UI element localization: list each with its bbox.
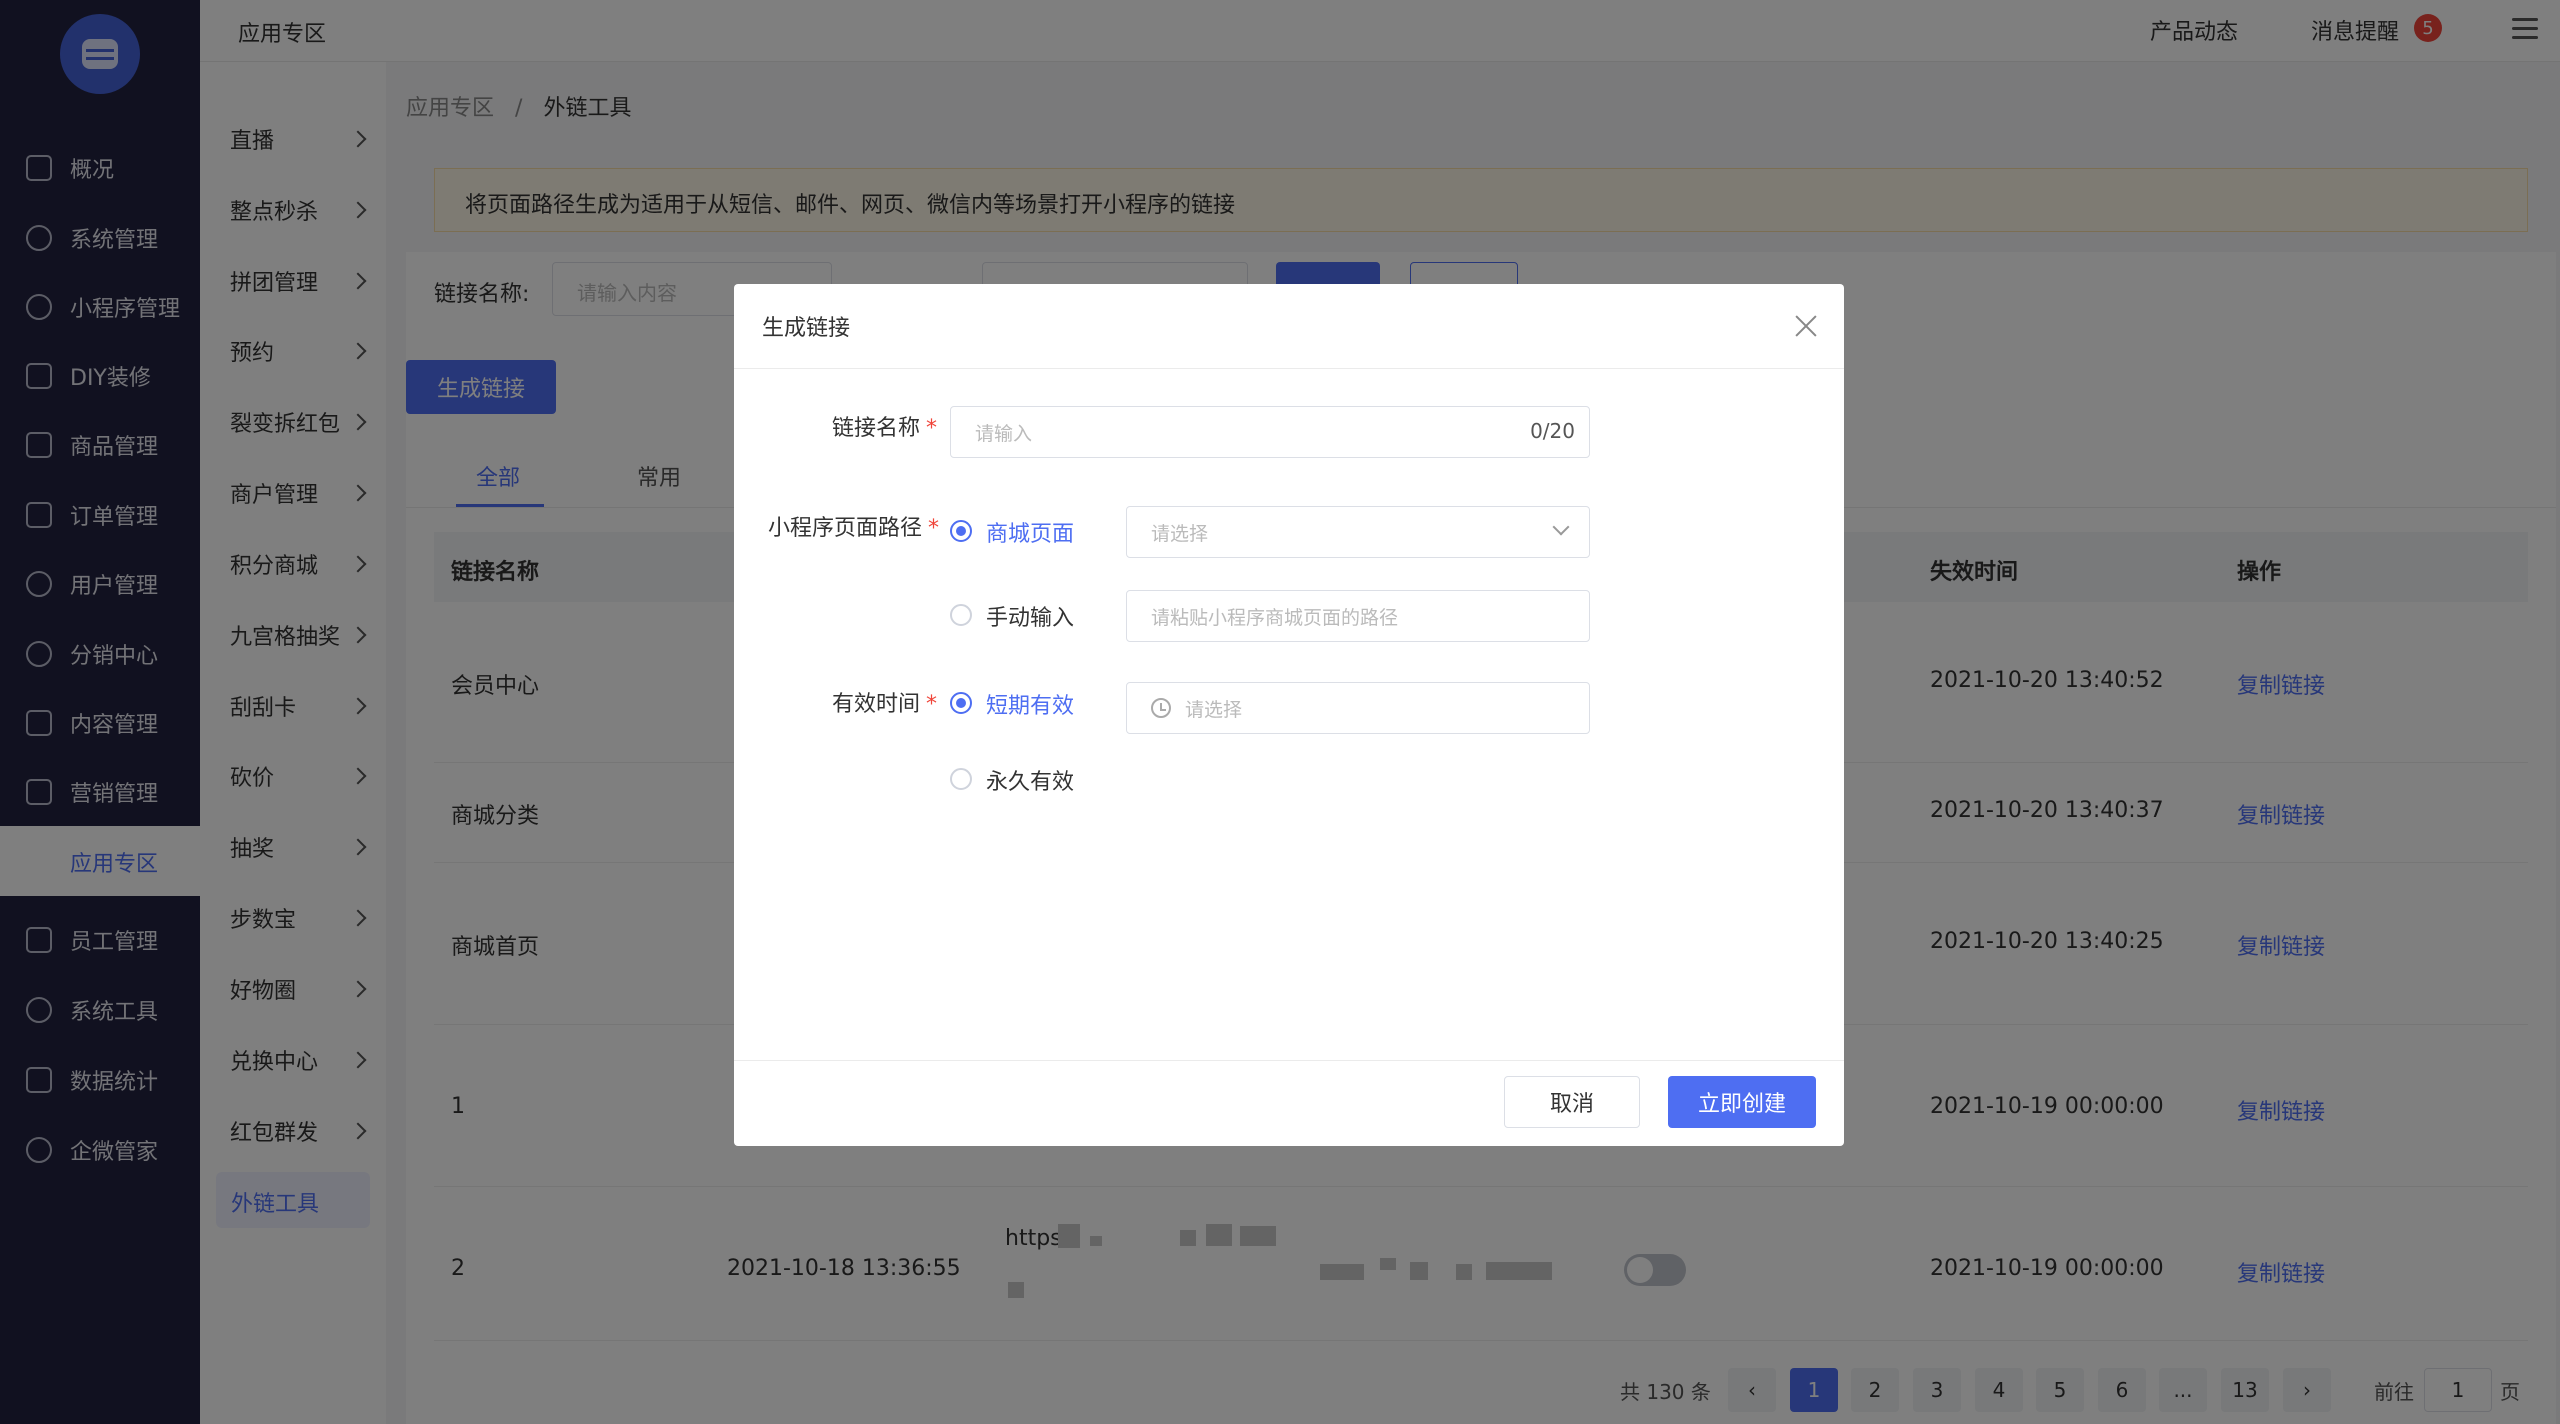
- clock-icon: [1151, 698, 1171, 718]
- radio-permanent[interactable]: [950, 768, 972, 790]
- chevron-down-icon: [1552, 518, 1570, 536]
- required-mark: *: [928, 516, 940, 541]
- radio-short-term-label[interactable]: 短期有效: [986, 688, 1074, 720]
- valid-time-label: 有效时间 *: [832, 692, 938, 717]
- radio-mall-page-label[interactable]: 商城页面: [986, 516, 1074, 548]
- radio-manual-input[interactable]: [950, 604, 972, 626]
- link-name-label: 链接名称 *: [832, 416, 938, 441]
- dialog-header-divider: [734, 368, 1844, 369]
- radio-short-term[interactable]: [950, 692, 972, 714]
- expire-time-picker[interactable]: 请选择: [1126, 682, 1590, 734]
- dialog-title: 生成链接: [762, 316, 851, 341]
- radio-mall-page[interactable]: [950, 520, 972, 542]
- dialog-footer-divider: [734, 1060, 1844, 1061]
- required-mark: *: [926, 692, 938, 717]
- radio-permanent-label[interactable]: 永久有效: [986, 764, 1074, 796]
- mall-page-select[interactable]: 请选择: [1126, 506, 1590, 558]
- required-mark: *: [926, 416, 938, 441]
- close-icon[interactable]: [1794, 314, 1818, 338]
- link-name-input[interactable]: 请输入 0/20: [950, 406, 1590, 458]
- char-counter: 0/20: [1530, 419, 1575, 443]
- generate-link-dialog: 生成链接 链接名称 * 请输入 0/20 小程序页面路径 * 商城页面 请选择 手动…: [734, 284, 1844, 1146]
- create-now-button[interactable]: 立即创建: [1668, 1076, 1816, 1128]
- radio-manual-input-label[interactable]: 手动输入: [986, 600, 1074, 632]
- page-path-label: 小程序页面路径 *: [768, 516, 940, 541]
- manual-path-input[interactable]: 请粘贴小程序商城页面的路径: [1126, 590, 1590, 642]
- cancel-button[interactable]: 取消: [1504, 1076, 1640, 1128]
